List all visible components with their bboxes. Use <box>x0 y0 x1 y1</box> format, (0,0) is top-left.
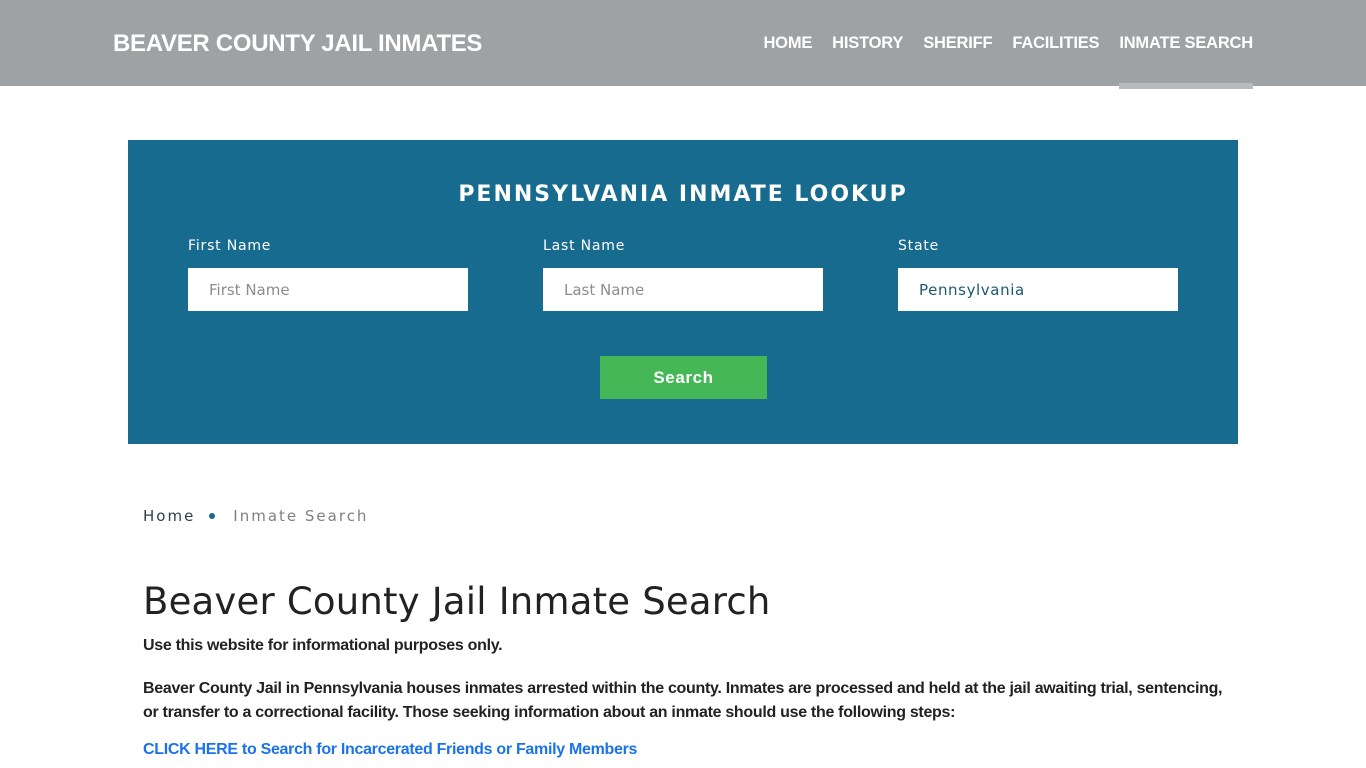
nav-inmate-search[interactable]: INMATE SEARCH <box>1119 0 1253 89</box>
disclaimer-text: Use this website for informational purpo… <box>143 637 503 654</box>
page-title: Beaver County Jail Inmate Search <box>143 580 771 623</box>
intro-paragraph: Beaver County Jail in Pennsylvania house… <box>143 680 1223 721</box>
last-name-input[interactable] <box>543 268 823 311</box>
state-input[interactable] <box>898 268 1178 311</box>
first-name-input[interactable] <box>188 268 468 311</box>
nav-history[interactable]: HISTORY <box>832 0 903 86</box>
breadcrumb: Home Inmate Search <box>143 507 368 525</box>
first-name-group: First Name <box>188 238 468 311</box>
site-header: BEAVER COUNTY JAIL INMATES HOME HISTORY … <box>0 0 1366 89</box>
last-name-group: Last Name <box>543 238 823 311</box>
search-button[interactable]: Search <box>600 356 767 399</box>
nav-sheriff[interactable]: SHERIFF <box>923 0 992 86</box>
nav-facilities[interactable]: FACILITIES <box>1012 0 1099 86</box>
lookup-title: PENNSYLVANIA INMATE LOOKUP <box>458 182 908 207</box>
search-cta-link[interactable]: CLICK HERE to Search for Incarcerated Fr… <box>143 741 637 759</box>
breadcrumb-current: Inmate Search <box>233 507 369 525</box>
last-name-label: Last Name <box>543 238 626 254</box>
state-label: State <box>898 238 940 254</box>
breadcrumb-home[interactable]: Home <box>143 507 195 525</box>
inmate-lookup-panel: PENNSYLVANIA INMATE LOOKUP First Name La… <box>128 140 1238 444</box>
nav-home[interactable]: HOME <box>763 0 812 86</box>
site-logo-link[interactable]: BEAVER COUNTY JAIL INMATES <box>113 30 482 58</box>
breadcrumb-separator-icon <box>209 513 216 519</box>
first-name-label: First Name <box>188 238 272 254</box>
main-nav: HOME HISTORY SHERIFF FACILITIES INMATE S… <box>743 0 1253 89</box>
state-group: State <box>898 238 1178 311</box>
